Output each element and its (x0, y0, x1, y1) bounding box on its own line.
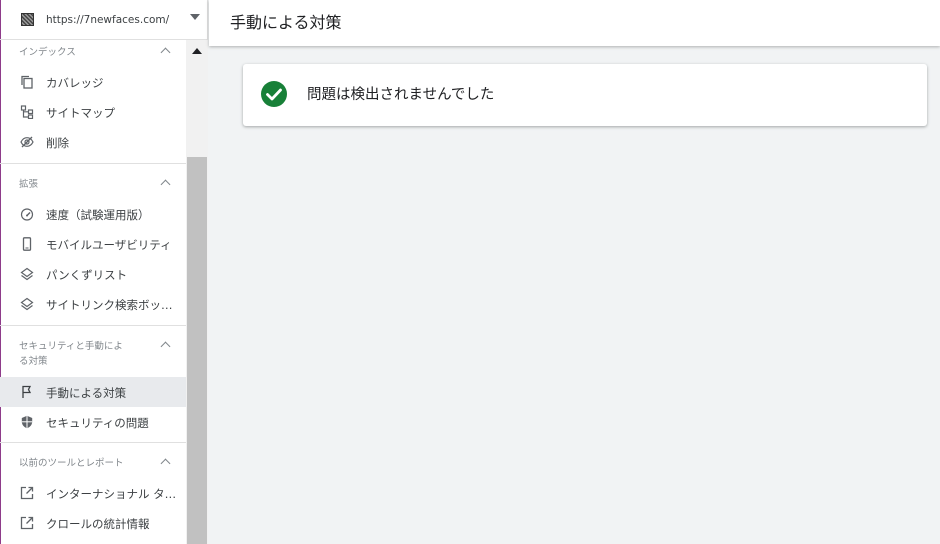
section-title: インデックス (19, 47, 76, 58)
sidebar-item-label: 削除 (46, 136, 69, 150)
sidebar-item-label: セキュリティの問題 (46, 416, 149, 430)
sidebar-item-security-issues[interactable]: セキュリティの問題 (0, 407, 186, 437)
section-title: 以前のツールとレポート (19, 458, 124, 469)
sidebar-scrollbar[interactable] (186, 40, 208, 544)
status-message: 問題は検出されませんでした (307, 87, 495, 103)
sidebar-item-label: 手動による対策 (46, 386, 127, 400)
sidebar-item-label: モバイルユーザビリティ (46, 238, 172, 252)
sidebar-item-label: サイトマップ (46, 106, 115, 120)
sidebar-item-label: 速度（試験運用版） (46, 208, 150, 222)
section-title-line2: る対策 (19, 356, 48, 367)
page-title: 手動による対策 (230, 13, 342, 32)
site-favicon (21, 13, 34, 26)
sidebar-item-sitemaps[interactable]: サイトマップ (0, 97, 186, 127)
layers-icon (20, 297, 34, 311)
chevron-up-icon (160, 179, 171, 190)
phone-icon (22, 237, 32, 251)
external-link-icon (20, 486, 34, 500)
section-title-line1: セキュリティと手動によ (19, 341, 123, 352)
sidebar-item-label: サイトリンク検索ボッ… (46, 298, 173, 312)
speedometer-icon (20, 208, 34, 221)
chevron-up-icon (160, 341, 171, 352)
chevron-up-icon (160, 47, 171, 58)
scroll-up-arrow-icon[interactable] (192, 48, 202, 54)
layers-icon (20, 267, 34, 281)
sidebar-item-label: カバレッジ (46, 76, 104, 90)
sidebar-item-speed[interactable]: 速度（試験運用版） (0, 199, 186, 229)
sidebar-item-international-targeting[interactable]: インターナショナル タ… (0, 478, 186, 508)
sidebar-item-label: パンくずリスト (46, 268, 128, 282)
sitemap-icon (20, 105, 34, 119)
section-title: 拡張 (19, 179, 39, 190)
flag-icon (22, 385, 32, 398)
sidebar: https://7newfaces.com/ インデックス カバレッジ サイトマ… (0, 0, 208, 544)
check-circle-icon (261, 81, 287, 107)
sidebar-item-coverage[interactable]: カバレッジ (0, 67, 186, 97)
scrollbar-thumb[interactable] (187, 157, 207, 544)
copy-icon (21, 75, 33, 89)
sidebar-item-removals[interactable]: 削除 (0, 127, 186, 157)
chevron-down-icon (190, 14, 200, 20)
sidebar-item-mobile-usability[interactable]: モバイルユーザビリティ (0, 229, 186, 259)
shield-icon (21, 415, 33, 429)
sidebar-item-sitelinks-searchbox[interactable]: サイトリンク検索ボッ… (0, 289, 186, 319)
status-card: 問題は検出されませんでした (243, 64, 927, 126)
sidebar-nav: インデックス カバレッジ サイトマップ 削除 拡張 速度（試験運用版） モバイル… (0, 40, 186, 544)
sidebar-item-crawl-stats[interactable]: クロールの統計情報 (0, 508, 186, 538)
sidebar-item-label: クロールの統計情報 (46, 517, 150, 531)
property-url: https://7newfaces.com/ (46, 13, 170, 26)
sidebar-item-manual-actions[interactable]: 手動による対策 (0, 377, 186, 407)
divider (0, 325, 186, 326)
eye-off-icon (20, 136, 34, 148)
divider (0, 163, 186, 164)
divider (0, 442, 186, 443)
chevron-up-icon (160, 458, 171, 469)
section-title: セキュリティと手動によ る対策 (19, 339, 123, 369)
sidebar-item-label: インターナショナル タ… (46, 487, 177, 501)
external-link-icon (20, 516, 34, 530)
page-header: 手動による対策 (209, 0, 940, 46)
property-selector[interactable]: https://7newfaces.com/ (0, 0, 208, 40)
sidebar-item-breadcrumbs[interactable]: パンくずリスト (0, 259, 186, 289)
